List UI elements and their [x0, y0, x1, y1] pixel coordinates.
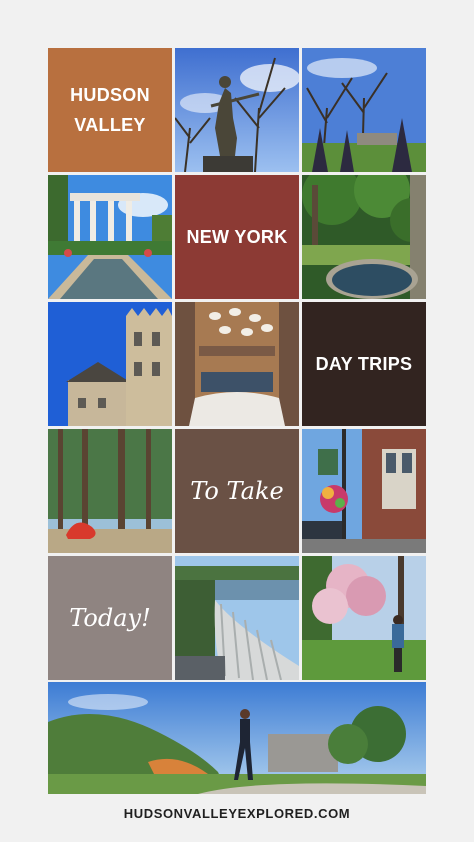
dam-waterfall-photo	[175, 556, 299, 680]
today-tile: Today!	[48, 556, 172, 680]
new-york-label: NEW YORK	[186, 227, 288, 247]
park-obelisks-photo	[302, 48, 426, 172]
main-street-photo	[302, 429, 426, 553]
forest-sculpture-photo	[48, 429, 172, 553]
hudson-valley-tile: HUDSON VALLEY	[48, 48, 172, 172]
hudson-valley-line2: VALLEY	[74, 115, 146, 135]
day-trips-tile: DAY TRIPS	[302, 302, 426, 426]
untermyer-temple-photo	[48, 175, 172, 299]
hudson-valley-line1: HUDSON	[70, 85, 150, 105]
new-york-tile: NEW YORK	[175, 175, 299, 299]
to-take-label: To Take	[190, 477, 284, 505]
museum-interior-photo	[175, 302, 299, 426]
storm-king-banner-photo	[48, 682, 426, 794]
garden-pool-photo	[302, 175, 426, 299]
minuteman-statue-photo	[175, 48, 299, 172]
castle-building-photo	[48, 302, 172, 426]
to-take-tile: To Take	[175, 429, 299, 553]
website-url[interactable]: HUDSONVALLEYEXPLORED.COM	[0, 806, 474, 821]
collage-grid: HUDSON VALLEY NEW YORK DAY TRIPS To Take…	[48, 48, 426, 680]
day-trips-label: DAY TRIPS	[315, 354, 413, 374]
cherry-blossom-photo	[302, 556, 426, 680]
today-label: Today!	[69, 604, 151, 632]
